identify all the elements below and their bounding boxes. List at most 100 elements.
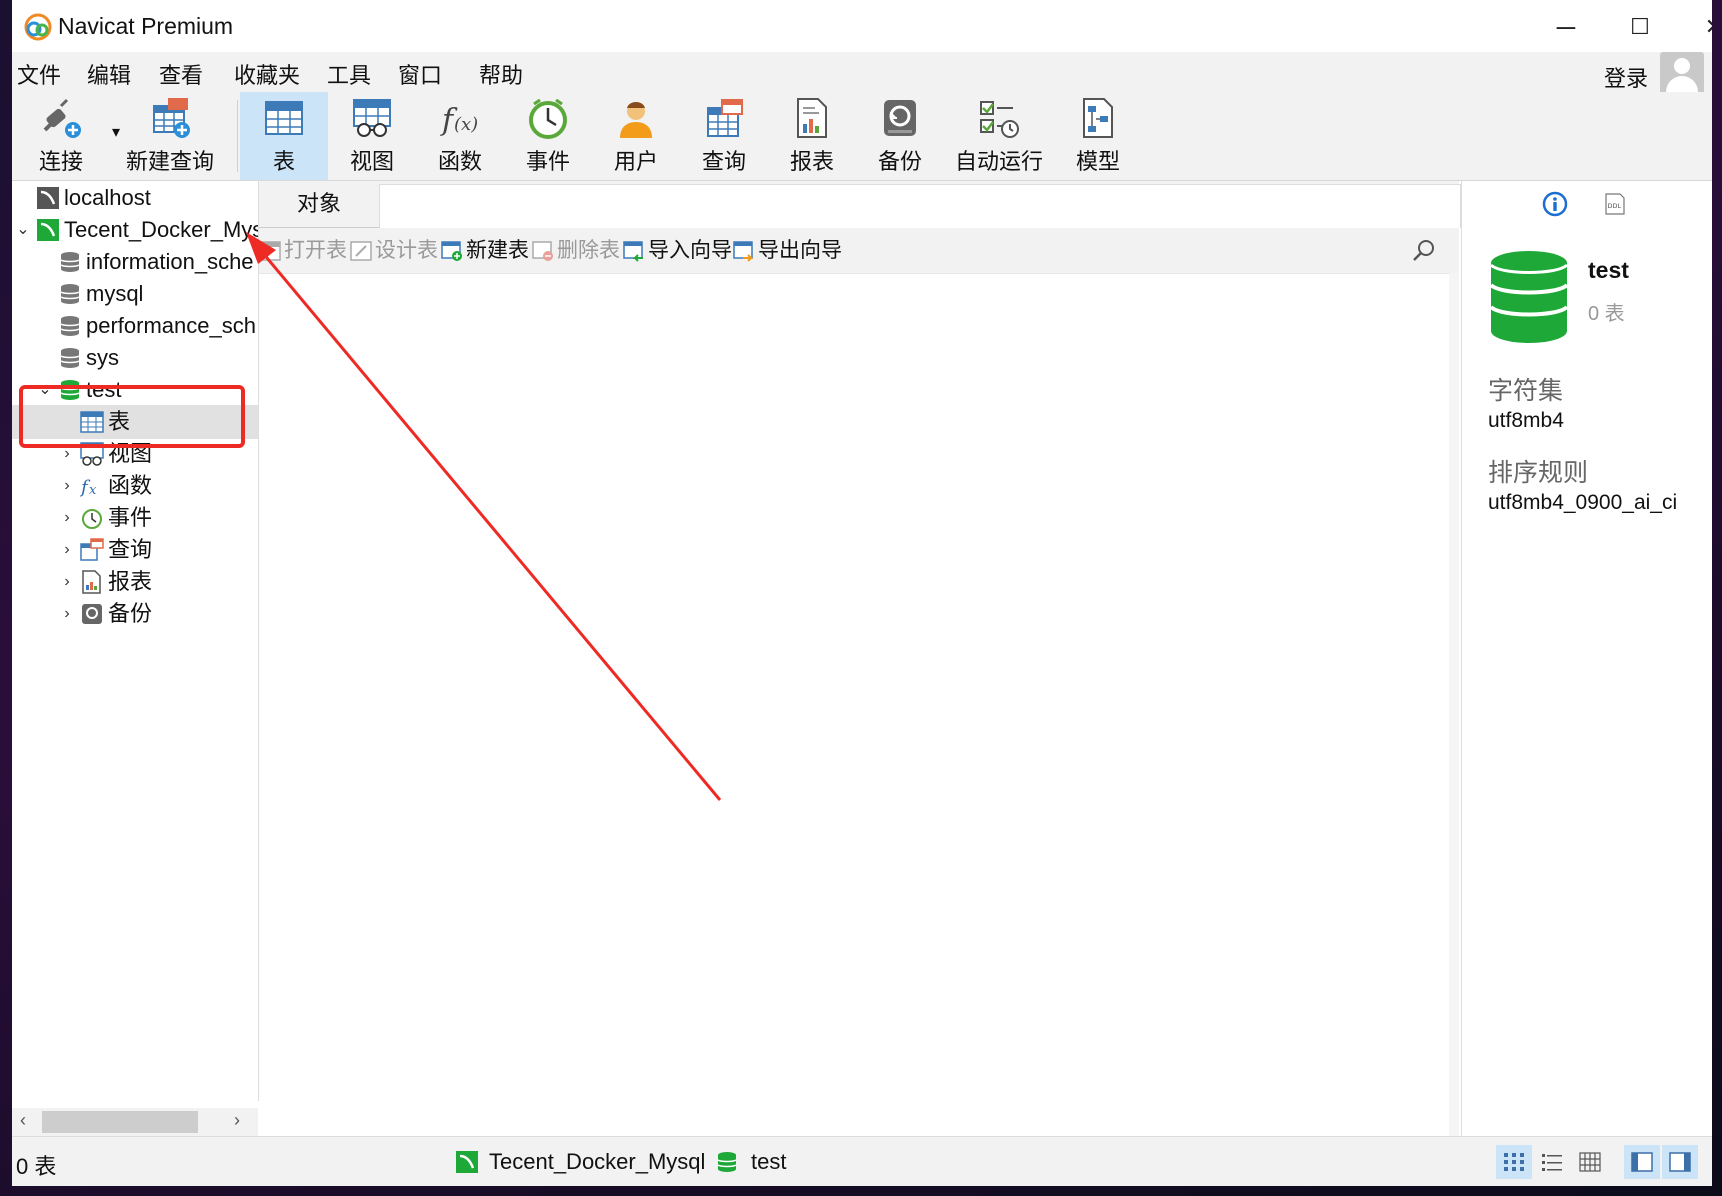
tree-item-database-test[interactable]: ⌄ test [12,373,258,407]
tree-item-database[interactable]: performance_sch [12,309,258,343]
toolbar-user-label: 用户 [613,149,658,174]
avatar[interactable] [1660,52,1704,96]
left-panel-toggle-icon[interactable] [1624,1145,1660,1179]
menu-view[interactable]: 查看 [159,58,203,90]
tree-label: test [86,377,122,402]
toolbar-automation-button[interactable]: 自动运行 [944,92,1054,180]
object-pane: 对象 打开表 设计表 新建表 删除表 导入向导 导出向导 [259,181,1461,1136]
chevron-right-icon[interactable]: › [58,469,76,503]
tree-item-connection[interactable]: ⌄ Tecent_Docker_Mys [12,213,258,247]
toolbar-report-label: 报表 [789,149,834,174]
toolbar-query-button[interactable]: 查询 [680,92,768,180]
close-button[interactable]: ✕ [1694,10,1712,44]
sidebar-horizontal-scrollbar[interactable]: ‹ › [12,1108,258,1136]
open-table-button[interactable]: 打开表 [259,236,347,266]
export-wizard-label: 导出向导 [758,239,842,262]
tab-area [379,184,1461,228]
chevron-right-icon[interactable]: › [58,597,76,631]
menu-help[interactable]: 帮助 [479,58,523,90]
tree-item-views[interactable]: › 视图 [12,437,258,471]
chevron-right-icon[interactable]: › [58,501,76,535]
chevron-down-icon[interactable]: ⌄ [14,213,32,247]
tree-item-backups[interactable]: › 备份 [12,597,258,631]
list-view-icon[interactable] [1534,1145,1570,1179]
toolbar-view-button[interactable]: 视图 [328,92,416,180]
menu-favorites[interactable]: 收藏夹 [234,58,300,90]
table-icon [80,411,104,433]
tree-label: 表 [108,409,131,434]
minimize-button[interactable]: ─ [1546,10,1586,44]
export-wizard-button[interactable]: 导出向导 [733,236,842,266]
toolbar-event-button[interactable]: 事件 [504,92,592,180]
chevron-right-icon[interactable]: › [58,533,76,567]
tab-objects[interactable]: 对象 [259,181,379,227]
clock-icon [82,509,102,529]
ddl-icon[interactable]: DDL [1604,193,1626,215]
menu-edit[interactable]: 编辑 [87,58,131,90]
toolbar-backup-button[interactable]: 备份 [856,92,944,180]
login-link[interactable]: 登录 [1604,61,1648,93]
tree-item-localhost[interactable]: localhost [12,181,258,215]
automation-icon [980,101,1019,138]
toolbar-table-button[interactable]: 表 [240,92,328,180]
import-wizard-button[interactable]: 导入向导 [623,236,732,266]
new-table-button[interactable]: 新建表 [441,236,529,266]
scroll-left-icon[interactable]: ‹ [20,1110,26,1131]
menu-bar: 文件 编辑 查看 收藏夹 工具 窗口 帮助 登录 [12,52,1712,96]
database-icon [60,316,80,336]
toolbar-function-button[interactable]: f (x) 函数 [416,92,504,180]
search-icon[interactable] [1409,236,1439,266]
query-icon [707,99,743,137]
tree-item-reports[interactable]: › 报表 [12,565,258,599]
scroll-right-icon[interactable]: › [234,1110,240,1131]
clock-icon [529,98,567,139]
menu-tools[interactable]: 工具 [327,58,371,90]
tree-label: 函数 [108,473,153,498]
delete-table-button[interactable]: 删除表 [532,236,620,266]
model-icon [1083,98,1113,138]
collation-value: utf8mb4_0900_ai_ci [1488,491,1678,514]
import-icon [623,241,643,263]
view-icon [353,99,391,137]
tree-item-database[interactable]: sys [12,341,258,375]
toolbar-user-button[interactable]: 用户 [592,92,680,180]
new-query-label: 新建查询 [125,149,214,174]
object-list-scrollbar[interactable] [1449,273,1459,1136]
grid-view-icon[interactable] [1496,1145,1532,1179]
right-panel-toggle-icon[interactable] [1662,1145,1698,1179]
detail-view-icon[interactable] [1572,1145,1608,1179]
tree-item-queries[interactable]: › 查询 [12,533,258,567]
scrollbar-thumb[interactable] [42,1111,198,1133]
mysql-connection-active-icon [456,1151,478,1173]
chevron-right-icon[interactable]: › [58,565,76,599]
tree-item-database[interactable]: information_sche [12,245,258,279]
design-table-button[interactable]: 设计表 [350,236,438,266]
menu-file[interactable]: 文件 [17,58,61,90]
main-toolbar: 连接 ▾ 新建查询 表 视图 f (x) 函数 事件 用户 查询 报表 备份 自… [12,92,1712,181]
tree-item-database[interactable]: mysql [12,277,258,311]
toolbar-report-button[interactable]: 报表 [768,92,856,180]
status-object-count: 0 表 [16,1154,57,1179]
tree-item-functions[interactable]: › f x 函数 [12,469,258,503]
database-icon [60,348,80,368]
info-icon[interactable] [1542,191,1568,217]
ddl-label: DDL [1608,202,1622,210]
chevron-down-icon[interactable]: ⌄ [36,373,54,407]
report-icon [797,98,827,138]
navigation-tree: localhost ⌄ Tecent_Docker_Mys informatio… [12,181,259,1101]
chevron-right-icon[interactable]: › [58,437,76,471]
open-table-icon [259,241,281,262]
object-toolbar: 打开表 设计表 新建表 删除表 导入向导 导出向导 [259,228,1459,274]
toolbar-model-button[interactable]: 模型 [1054,92,1142,180]
tree-item-tables[interactable]: 表 [12,405,258,439]
connect-button[interactable]: 连接 [12,92,110,180]
tree-item-events[interactable]: › 事件 [12,501,258,535]
menu-window[interactable]: 窗口 [398,58,442,90]
mysql-connection-icon [37,187,59,209]
maximize-button[interactable]: ☐ [1620,10,1660,44]
collation-label: 排序规则 [1488,459,1589,487]
navicat-window: Navicat Premium ─ ☐ ✕ 文件 编辑 查看 收藏夹 工具 窗口… [12,0,1712,1186]
delete-table-icon [532,241,553,262]
new-table-label: 新建表 [466,239,529,262]
new-query-button[interactable]: 新建查询 [110,92,230,180]
